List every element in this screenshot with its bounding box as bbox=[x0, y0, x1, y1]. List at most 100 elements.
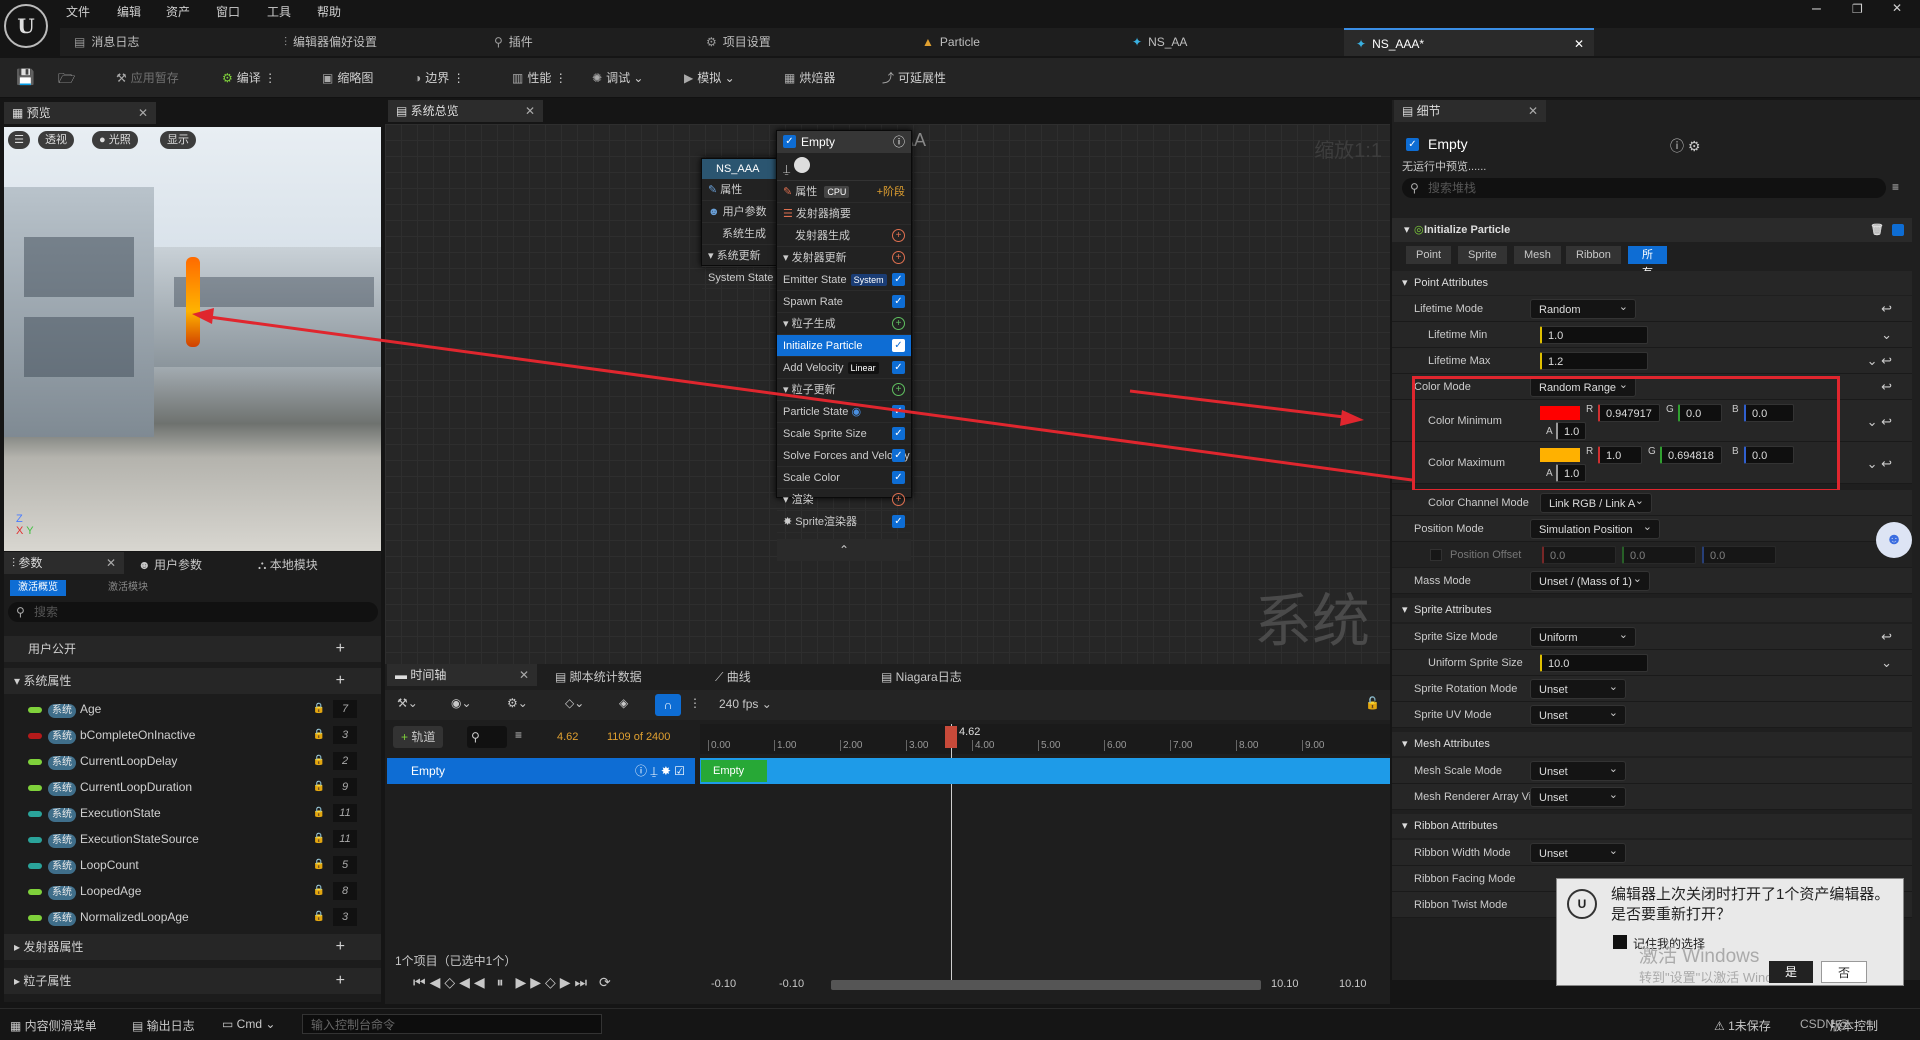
offset-x[interactable]: 0.0 bbox=[1542, 546, 1616, 564]
reset-icon[interactable]: ⌄ ↩ bbox=[1867, 456, 1892, 472]
reset-icon[interactable]: ⌄ ↩ bbox=[1867, 353, 1892, 369]
filter-icon[interactable]: ≡ bbox=[1892, 180, 1899, 194]
user-params-tab[interactable]: ☻ 用户参数 bbox=[138, 556, 202, 573]
enabled-checkbox[interactable]: ✓ bbox=[892, 295, 905, 308]
particle-attrs-section[interactable]: ▸ 粒子属性 + bbox=[4, 968, 381, 994]
source-control-button[interactable]: 版本控制 bbox=[1830, 1017, 1878, 1034]
param-row[interactable]: 系统 CurrentLoopDuration 🔒 9 bbox=[4, 774, 381, 800]
console-input[interactable]: 输入控制台命令 bbox=[302, 1014, 602, 1034]
playhead-handle[interactable] bbox=[945, 726, 957, 748]
range-end[interactable]: 10.10 bbox=[1339, 978, 1367, 990]
active-modules-button[interactable]: 激活模块 bbox=[100, 580, 156, 596]
close-tab-icon[interactable]: ✕ bbox=[138, 102, 148, 124]
param-row[interactable]: 系统 CurrentLoopDelay 🔒 2 bbox=[4, 748, 381, 774]
particle-update-row[interactable]: ▾ 粒子更新 + bbox=[777, 379, 911, 401]
minimize-icon[interactable]: – bbox=[1812, 0, 1821, 18]
stack-search-input[interactable]: ⚲ 搜索堆栈 bbox=[1402, 178, 1886, 198]
details-tab[interactable]: ▤ 细节 ✕ bbox=[1394, 100, 1546, 122]
assistant-icon[interactable]: ☻ bbox=[1876, 522, 1912, 558]
script-stats-tab[interactable]: ▤ 脚本统计数据 bbox=[555, 668, 642, 685]
param-row[interactable]: 系统 Age 🔒 7 bbox=[4, 696, 381, 722]
menu-help[interactable]: 帮助 bbox=[317, 3, 341, 20]
close-tab-icon[interactable]: ✕ bbox=[106, 552, 116, 574]
point-attributes-section[interactable]: ▾ Point Attributes bbox=[1392, 271, 1912, 295]
mesh-scale-dropdown[interactable]: Unset bbox=[1530, 759, 1626, 781]
close-window-icon[interactable]: ✕ bbox=[1892, 1, 1902, 15]
filter-icon[interactable]: ≡ bbox=[515, 728, 522, 742]
sprite-renderer-row[interactable]: ✸ Sprite渲染器 ✓ bbox=[777, 511, 911, 533]
emitter-track-bar[interactable] bbox=[700, 758, 1390, 784]
reset-icon[interactable]: ↩ bbox=[1881, 301, 1892, 317]
lit-button[interactable]: ● 光照 bbox=[92, 131, 138, 149]
menu-tools[interactable]: 工具 bbox=[267, 3, 291, 20]
compile-button[interactable]: ⚙ 编译 ⋮ bbox=[222, 68, 276, 88]
track-icons[interactable]: ⓘ ⍊ ✸ ☑ bbox=[635, 758, 685, 784]
simulate-button[interactable]: ▶ 模拟 ⌄ bbox=[684, 68, 735, 88]
viewport-menu-icon[interactable]: ☰ bbox=[8, 131, 30, 149]
enabled-checkbox[interactable]: ✓ bbox=[892, 273, 905, 286]
params-search-input[interactable]: ⚲ 搜索 bbox=[8, 602, 378, 622]
param-row[interactable]: 系统 ExecutionState 🔒 11 bbox=[4, 800, 381, 826]
module-header[interactable]: ▾ ◎ Initialize Particle 🗑 bbox=[1392, 218, 1912, 242]
param-row[interactable]: 系统 LoopCount 🔒 5 bbox=[4, 852, 381, 878]
time-ruler[interactable]: 0.00 1.00 2.00 3.00 4.00 5.00 6.00 7.00 8.00 9.00 bbox=[700, 724, 1390, 754]
ribbon-width-dropdown[interactable]: Unset bbox=[1530, 841, 1626, 863]
debug-button[interactable]: ✺ 调试 ⌄ bbox=[592, 68, 643, 88]
solve-forces-row[interactable]: Solve Forces and Velocity ✓ bbox=[777, 445, 911, 467]
preview-viewport[interactable]: ☰ 透视 ● 光照 显示 ZX Y bbox=[4, 127, 381, 551]
emitter-node[interactable]: ✓ Empty ⓘ ⍊ ✎ 属性 CPU +阶段 ☰ 发射器摘要 发射器生成 + ▾… bbox=[776, 130, 912, 561]
param-row[interactable]: 系统 bCompleteOnInactive 🔒 3 bbox=[4, 722, 381, 748]
param-row[interactable]: 系统 NormalizedLoopAge 🔒 3 bbox=[4, 904, 381, 930]
scale-sprite-size-row[interactable]: Scale Sprite Size ✓ bbox=[777, 423, 911, 445]
fps-dropdown[interactable]: 240 fps ⌄ bbox=[719, 697, 772, 711]
content-drawer-button[interactable]: ▦ 内容侧滑菜单 bbox=[10, 1017, 97, 1034]
browse-icon[interactable]: 🗁 bbox=[58, 68, 75, 88]
gear-icon[interactable]: ⚙⌄ bbox=[507, 696, 528, 710]
tab-editor-prefs[interactable]: ⫶ 编辑器偏好设置 bbox=[284, 28, 484, 56]
enabled-checkbox[interactable]: ✓ bbox=[892, 515, 905, 528]
param-row[interactable]: 系统 ExecutionStateSource 🔒 11 bbox=[4, 826, 381, 852]
stage-button[interactable]: +阶段 bbox=[877, 181, 905, 203]
offset-z[interactable]: 0.0 bbox=[1702, 546, 1776, 564]
particle-state-row[interactable]: Particle State ◉ ✓ bbox=[777, 401, 911, 423]
curves-tab[interactable]: ⟋ 曲线 bbox=[715, 668, 751, 685]
range-start[interactable]: -0.10 bbox=[711, 978, 736, 990]
render-row[interactable]: ▾ 渲染 + bbox=[777, 489, 911, 511]
params-tab[interactable]: ⫶ 参数 ✕ bbox=[4, 552, 124, 574]
particle-spawn-row[interactable]: ▾ 粒子生成 + bbox=[777, 313, 911, 335]
no-button[interactable]: 否 bbox=[1821, 961, 1867, 983]
filter-ribbon[interactable]: Ribbon bbox=[1566, 246, 1621, 264]
preview-tab[interactable]: ▦ 预览 ✕ bbox=[4, 102, 156, 124]
delete-icon[interactable]: 🗑 bbox=[1870, 218, 1884, 242]
add-param-icon[interactable]: + bbox=[336, 968, 345, 994]
timeline-tab[interactable]: ▬ 时间轴 ✕ bbox=[387, 664, 537, 686]
perspective-button[interactable]: 透视 bbox=[38, 131, 74, 149]
position-offset-checkbox[interactable] bbox=[1430, 549, 1442, 561]
close-tab-icon[interactable]: ✕ bbox=[1528, 100, 1538, 122]
emitter-summary-row[interactable]: ☰ 发射器摘要 bbox=[777, 203, 911, 225]
offset-y[interactable]: 0.0 bbox=[1622, 546, 1696, 564]
emitter-enabled-checkbox[interactable]: ✓ bbox=[783, 135, 796, 148]
magnet-icon[interactable]: ∩ bbox=[655, 694, 681, 716]
mesh-attributes-section[interactable]: ▾ Mesh Attributes bbox=[1392, 732, 1912, 756]
emitter-track-block[interactable]: Empty bbox=[701, 760, 767, 782]
unsaved-button[interactable]: ⚠ 1未保存 bbox=[1714, 1017, 1771, 1034]
color-channel-dropdown[interactable]: Link RGB / Link A bbox=[1540, 491, 1652, 513]
lifetime-min-input[interactable]: 1.0 bbox=[1540, 326, 1648, 344]
track-search-input[interactable]: ⚲ bbox=[467, 726, 507, 748]
position-mode-dropdown[interactable]: Simulation Position bbox=[1530, 517, 1660, 539]
lock-icon[interactable]: 🔓 bbox=[1365, 696, 1380, 710]
collapse-node-icon[interactable]: ⌃ bbox=[777, 539, 911, 561]
tab-ns-aa[interactable]: ✦ NS_AA bbox=[1132, 28, 1332, 56]
enabled-checkbox[interactable]: ✓ bbox=[892, 427, 905, 440]
wrench-icon[interactable]: ⚒⌄ bbox=[397, 696, 418, 710]
performance-button[interactable]: ▥ 性能 ⋮ bbox=[512, 68, 567, 88]
initialize-particle-row[interactable]: Initialize Particle ✓ bbox=[777, 335, 911, 357]
reset-icon[interactable]: ↩ bbox=[1881, 629, 1892, 645]
enabled-checkbox[interactable]: ✓ bbox=[892, 339, 905, 352]
track-row[interactable]: Empty ⓘ ⍊ ✸ ☑ bbox=[387, 758, 695, 784]
filter-all[interactable]: 所有 bbox=[1628, 246, 1667, 279]
enabled-checkbox[interactable]: ✓ bbox=[892, 405, 905, 418]
add-param-icon[interactable]: + bbox=[336, 934, 345, 960]
sprite-uv-dropdown[interactable]: Unset bbox=[1530, 703, 1626, 725]
